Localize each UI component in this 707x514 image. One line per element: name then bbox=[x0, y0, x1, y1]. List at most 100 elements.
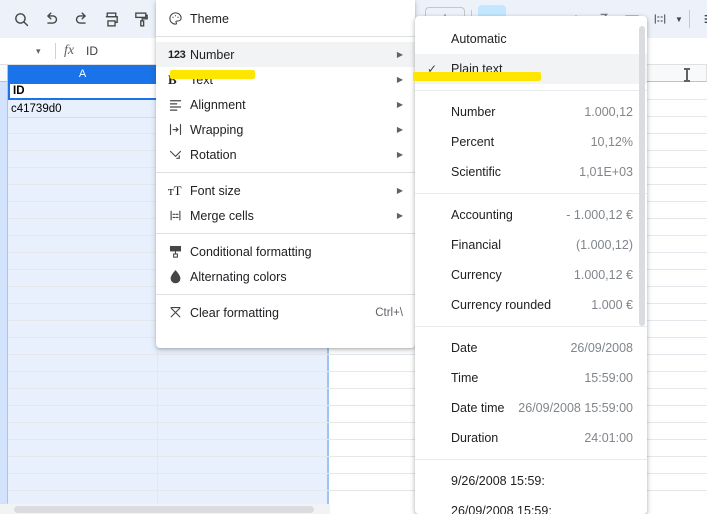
submenu-item-label: Date time bbox=[451, 401, 505, 415]
row-headers[interactable] bbox=[0, 82, 8, 504]
palette-icon bbox=[168, 11, 190, 26]
menu-separator bbox=[156, 36, 415, 37]
submenu-item-value: 10,12% bbox=[590, 135, 633, 149]
paint-format-icon[interactable] bbox=[126, 4, 156, 34]
menu-item-conditional-formatting[interactable]: Conditional formatting bbox=[156, 239, 415, 264]
name-box-chevron-down-icon[interactable]: ▾ bbox=[36, 46, 41, 57]
menu-item-wrapping[interactable]: Wrapping ▶ bbox=[156, 117, 415, 142]
submenu-item-value: (1.000,12) bbox=[576, 238, 633, 252]
submenu-item-value: 1,01E+03 bbox=[579, 165, 633, 179]
horizontal-align-icon[interactable] bbox=[696, 5, 707, 33]
highlight-annotation-number bbox=[170, 70, 255, 79]
submenu-item-custom-datetime-1[interactable]: 9/26/2008 15:59: bbox=[415, 466, 647, 496]
submenu-item-value: 24:01:00 bbox=[584, 431, 633, 445]
menu-item-font-size[interactable]: ᴛT Font size ▶ bbox=[156, 178, 415, 203]
spreadsheet-app-window: 100% bbox=[0, 0, 707, 514]
submenu-item-label: Date bbox=[451, 341, 478, 355]
menu-item-label: Alignment bbox=[190, 97, 246, 112]
submenu-item-percent[interactable]: Percent 10,12% bbox=[415, 127, 647, 157]
submenu-scrollbar-thumb[interactable] bbox=[639, 26, 645, 326]
fx-icon: fx bbox=[64, 43, 75, 58]
submenu-item-scientific[interactable]: Scientific 1,01E+03 bbox=[415, 157, 647, 187]
submenu-item-currency[interactable]: Currency 1.000,12 € bbox=[415, 260, 647, 290]
align-icon bbox=[168, 97, 190, 112]
submenu-separator bbox=[415, 193, 647, 194]
mouse-cursor-ibeam bbox=[684, 68, 690, 82]
select-all-corner[interactable] bbox=[0, 65, 8, 82]
cell-a1[interactable]: ID bbox=[8, 82, 158, 100]
submenu-arrow-icon: ▶ bbox=[396, 100, 403, 109]
submenu-separator bbox=[415, 459, 647, 460]
formula-bar-divider bbox=[55, 43, 56, 59]
menu-item-label: Alternating colors bbox=[190, 269, 287, 284]
submenu-item-automatic[interactable]: Automatic bbox=[415, 24, 647, 54]
merge-cells-icon[interactable] bbox=[646, 5, 674, 33]
column-header-a[interactable]: A bbox=[8, 65, 158, 82]
menu-item-theme[interactable]: Theme bbox=[156, 6, 415, 31]
submenu-arrow-icon: ▶ bbox=[396, 75, 403, 84]
submenu-separator bbox=[415, 90, 647, 91]
menu-item-alternating-colors[interactable]: Alternating colors bbox=[156, 264, 415, 289]
print-icon[interactable] bbox=[96, 4, 126, 34]
submenu-item-value: 26/09/2008 15:59:00 bbox=[518, 401, 633, 415]
redo-icon[interactable] bbox=[66, 4, 96, 34]
submenu-item-label: Number bbox=[451, 105, 496, 119]
menu-separator bbox=[156, 172, 415, 173]
menu-item-label: Merge cells bbox=[190, 208, 254, 223]
menu-item-label: Theme bbox=[190, 11, 229, 26]
submenu-item-value: 26/09/2008 bbox=[570, 341, 633, 355]
menu-separator bbox=[156, 294, 415, 295]
menu-item-label: Conditional formatting bbox=[190, 244, 312, 259]
clear-formatting-icon bbox=[168, 305, 190, 320]
submenu-item-date[interactable]: Date 26/09/2008 bbox=[415, 333, 647, 363]
submenu-item-label: Currency rounded bbox=[451, 298, 552, 312]
undo-icon[interactable] bbox=[36, 4, 66, 34]
menu-item-label: Number bbox=[190, 47, 235, 62]
submenu-scrollbar[interactable] bbox=[639, 26, 645, 504]
submenu-item-value: 1.000,12 € bbox=[573, 268, 633, 282]
submenu-item-time[interactable]: Time 15:59:00 bbox=[415, 363, 647, 393]
menu-item-rotation[interactable]: Rotation ▶ bbox=[156, 142, 415, 167]
submenu-item-currency-rounded[interactable]: Currency rounded 1.000 € bbox=[415, 290, 647, 320]
submenu-item-label: Duration bbox=[451, 431, 499, 445]
submenu-arrow-icon: ▶ bbox=[396, 125, 403, 134]
submenu-arrow-icon: ▶ bbox=[396, 186, 403, 195]
submenu-arrow-icon: ▶ bbox=[396, 211, 403, 220]
horizontal-scrollbar[interactable] bbox=[0, 504, 330, 514]
submenu-arrow-icon: ▶ bbox=[396, 150, 403, 159]
font-size-icon: ᴛT bbox=[168, 182, 182, 198]
conditional-format-icon bbox=[168, 244, 190, 259]
format-menu[interactable]: Theme 123 Number ▶ B Text ▶ Alignment ▶ … bbox=[156, 0, 415, 348]
menu-item-merge-cells[interactable]: Merge cells ▶ bbox=[156, 203, 415, 228]
submenu-arrow-icon: ▶ bbox=[396, 50, 403, 59]
wrap-icon bbox=[168, 122, 190, 137]
submenu-item-custom-datetime-2[interactable]: 26/09/2008 15:59: bbox=[415, 496, 647, 514]
menu-item-label: Wrapping bbox=[190, 122, 244, 137]
submenu-item-accounting[interactable]: Accounting - 1.000,12 € bbox=[415, 200, 647, 230]
submenu-item-label: Scientific bbox=[451, 165, 502, 179]
submenu-item-label: Automatic bbox=[451, 32, 507, 46]
merge-cells-chevron-down-icon[interactable]: ▼ bbox=[675, 15, 683, 24]
menu-item-alignment[interactable]: Alignment ▶ bbox=[156, 92, 415, 117]
submenu-item-value: 15:59:00 bbox=[584, 371, 633, 385]
highlight-annotation-plain-text bbox=[413, 72, 541, 81]
horizontal-scrollbar-thumb[interactable] bbox=[14, 506, 314, 513]
submenu-item-label: Financial bbox=[451, 238, 502, 252]
submenu-item-financial[interactable]: Financial (1.000,12) bbox=[415, 230, 647, 260]
menu-item-number[interactable]: 123 Number ▶ bbox=[156, 42, 415, 67]
submenu-item-date-time[interactable]: Date time 26/09/2008 15:59:00 bbox=[415, 393, 647, 423]
cell-a2[interactable]: c41739d0 bbox=[8, 100, 158, 118]
submenu-item-duration[interactable]: Duration 24:01:00 bbox=[415, 423, 647, 453]
alternating-colors-icon bbox=[168, 269, 190, 284]
menu-item-clear-formatting[interactable]: Clear formatting Ctrl+\ bbox=[156, 300, 415, 325]
submenu-item-value: 1.000,12 bbox=[584, 105, 633, 119]
submenu-item-number[interactable]: Number 1.000,12 bbox=[415, 97, 647, 127]
number-format-submenu[interactable]: Automatic ✓ Plain text Number 1.000,12 P… bbox=[415, 16, 647, 514]
search-icon[interactable] bbox=[6, 4, 36, 34]
formula-input[interactable]: ID bbox=[86, 44, 98, 58]
submenu-item-label: Accounting bbox=[451, 208, 513, 222]
submenu-item-label: 26/09/2008 15:59: bbox=[451, 504, 552, 514]
toolbar-divider-2 bbox=[688, 10, 690, 28]
merge-cells-icon bbox=[168, 208, 190, 223]
submenu-item-label: 9/26/2008 15:59: bbox=[451, 474, 545, 488]
